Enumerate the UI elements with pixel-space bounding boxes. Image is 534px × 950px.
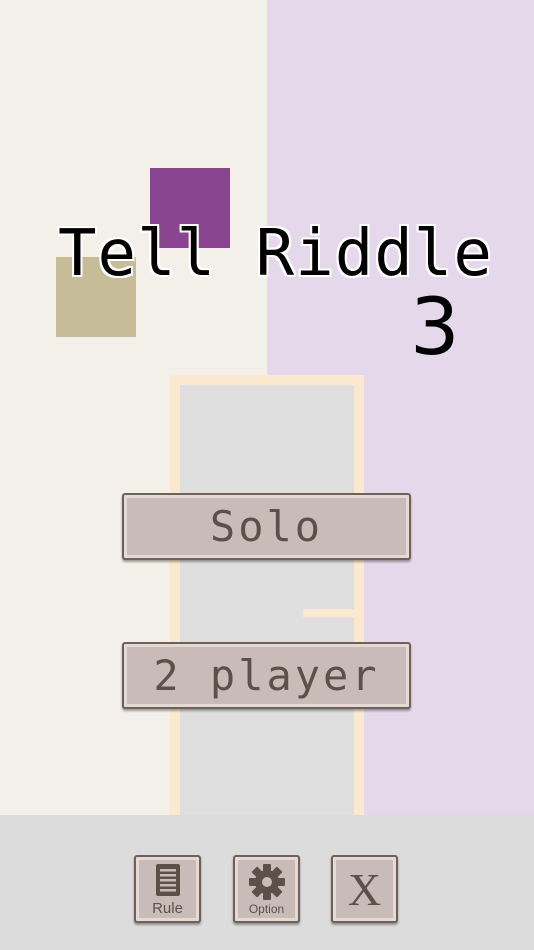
door-handle [303,609,355,617]
rule-label: Rule [152,900,183,917]
game-title-number: 3 [410,283,460,373]
gear-icon [235,863,298,901]
door-panel [180,385,355,815]
title-screen: Tell Riddle 3 Solo 2 player Rule Option … [0,0,534,950]
door-frame [170,375,364,815]
close-icon: X [347,864,382,915]
close-button[interactable]: X [331,855,398,923]
rule-button[interactable]: Rule [134,855,201,923]
solo-button[interactable]: Solo [122,493,411,560]
document-icon [136,863,199,897]
option-button[interactable]: Option [233,855,300,923]
two-player-button[interactable]: 2 player [122,642,411,709]
option-label: Option [248,902,285,916]
